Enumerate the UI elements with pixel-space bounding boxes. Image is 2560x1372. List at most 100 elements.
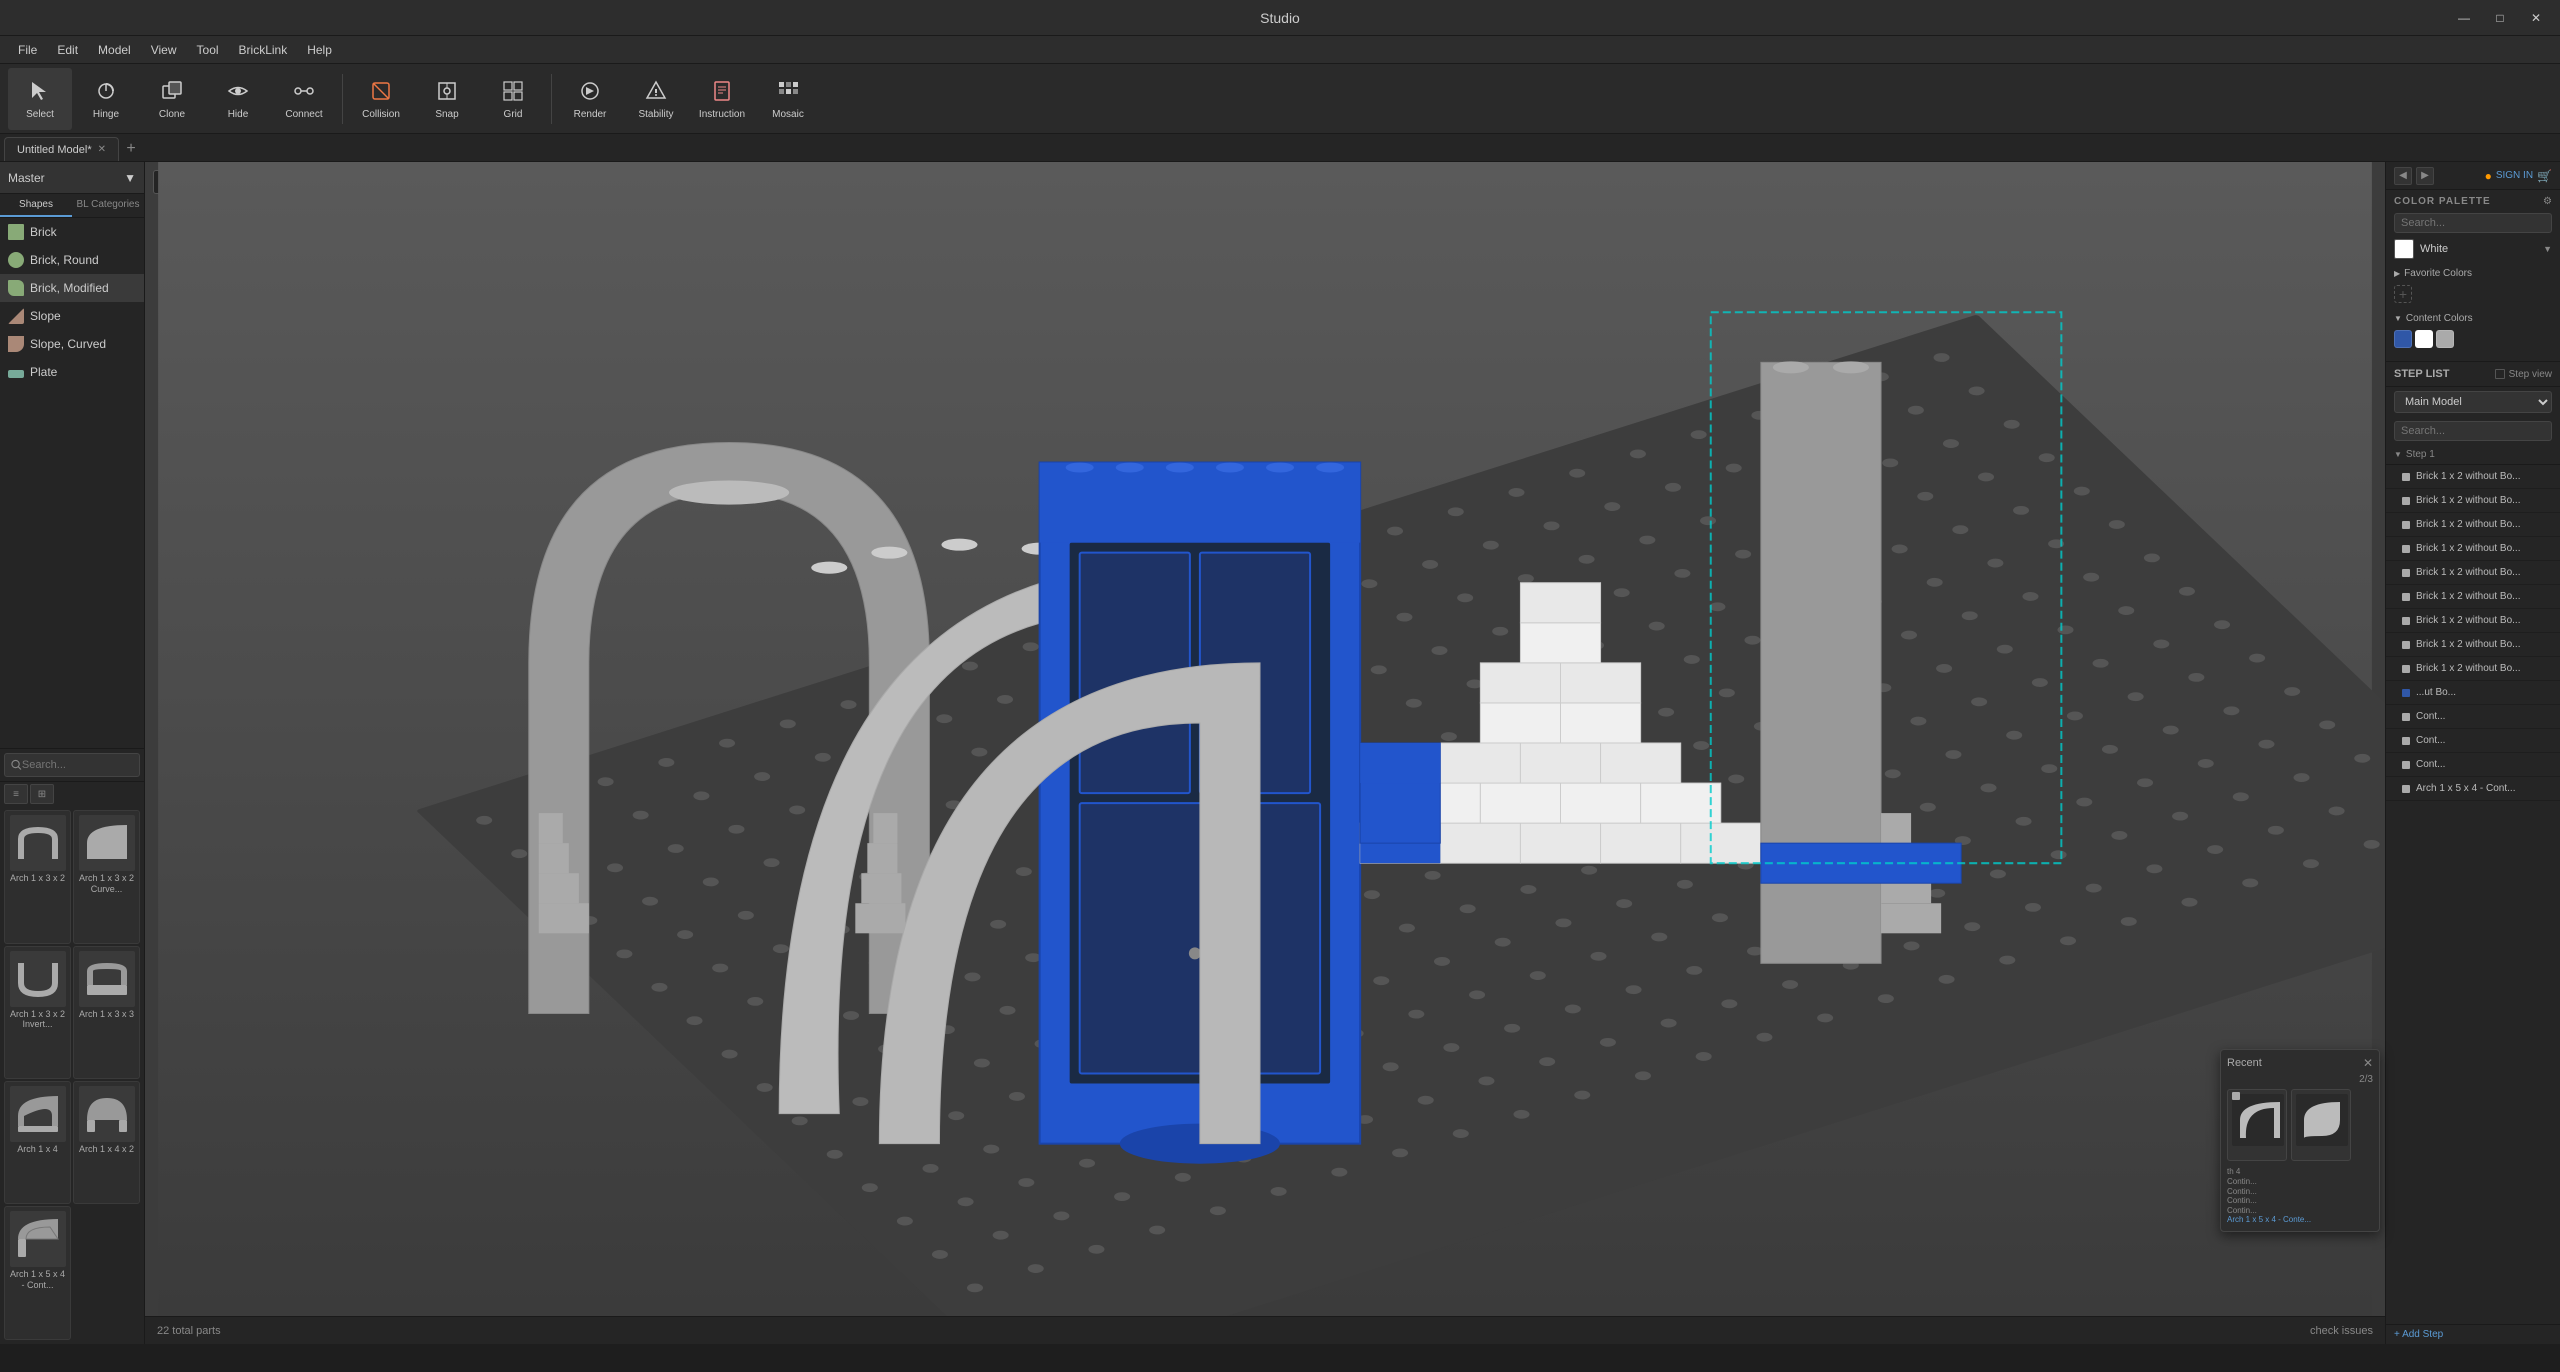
color-light-gray[interactable]: [2436, 330, 2454, 348]
step-list-section: STEP LIST Step view Main Model ▼ Step 1 …: [2386, 362, 2560, 1344]
master-dropdown[interactable]: Master ▼: [0, 162, 144, 194]
category-slope-curved-label: Slope, Curved: [30, 337, 106, 351]
list-item[interactable]: Brick 1 x 2 without Bo...: [2386, 561, 2560, 585]
part-arch1x3x2curve[interactable]: Arch 1 x 3 x 2 Curve...: [73, 810, 140, 944]
category-brick-modified[interactable]: Brick, Modified: [0, 274, 144, 302]
color-search-input[interactable]: [2394, 213, 2552, 233]
content-colors-header[interactable]: ▼ Content Colors: [2394, 310, 2552, 327]
tab-close-icon[interactable]: ✕: [98, 144, 106, 155]
list-item[interactable]: Brick 1 x 2 without Bo...: [2386, 513, 2560, 537]
grid-tool[interactable]: Grid: [481, 68, 545, 130]
grid-label: Grid: [504, 109, 523, 120]
sign-in-button[interactable]: SIGN IN: [2496, 170, 2533, 181]
hide-tool[interactable]: Hide: [206, 68, 270, 130]
snap-tool[interactable]: Snap: [415, 68, 479, 130]
list-item[interactable]: Brick 1 x 2 without Bo...: [2386, 465, 2560, 489]
part-arch1x3x2[interactable]: Arch 1 x 3 x 2: [4, 810, 71, 944]
step-items: Brick 1 x 2 without Bo... Brick 1 x 2 wi…: [2386, 465, 2560, 1324]
part-arch1x3x3[interactable]: Arch 1 x 3 x 3: [73, 946, 140, 1080]
check-issues-button[interactable]: check issues: [2310, 1325, 2373, 1337]
collision-tool[interactable]: Collision: [349, 68, 413, 130]
content-colors-section: ▼ Content Colors: [2394, 310, 2552, 351]
step-item-label: Brick 1 x 2 without Bo...: [2416, 543, 2521, 554]
menu-file[interactable]: File: [8, 39, 47, 61]
recent-popup-header: Recent ✕: [2227, 1056, 2373, 1070]
list-item[interactable]: Cont...: [2386, 705, 2560, 729]
color-blue[interactable]: [2394, 330, 2412, 348]
recent-item-2[interactable]: [2291, 1089, 2351, 1161]
tab-untitled-model[interactable]: Untitled Model* ✕: [4, 137, 119, 161]
selected-color-swatch[interactable]: [2394, 239, 2414, 259]
select-tool[interactable]: Select: [8, 68, 72, 130]
search-input[interactable]: [22, 759, 133, 771]
menu-edit[interactable]: Edit: [47, 39, 88, 61]
favorite-colors-grid: +: [2394, 282, 2552, 306]
sign-in-area: ● SIGN IN 🛒: [2485, 169, 2552, 183]
nav-back-button[interactable]: ◀: [2394, 167, 2412, 185]
view-grid-button[interactable]: ⊞: [30, 784, 54, 804]
favorite-colors-header[interactable]: ▶ Favorite Colors: [2394, 265, 2552, 282]
list-item[interactable]: Brick 1 x 2 without Bo...: [2386, 537, 2560, 561]
menu-model[interactable]: Model: [88, 39, 141, 61]
add-step-button[interactable]: + Add Step: [2386, 1324, 2560, 1344]
recent-close-button[interactable]: ✕: [2363, 1056, 2373, 1070]
category-brick-round[interactable]: Brick, Round: [0, 246, 144, 274]
view-controls: ≡ ⊞: [0, 781, 144, 806]
list-item[interactable]: ...ut Bo...: [2386, 681, 2560, 705]
list-item[interactable]: Brick 1 x 2 without Bo...: [2386, 657, 2560, 681]
close-button[interactable]: ✕: [2520, 6, 2552, 30]
maximize-button[interactable]: □: [2484, 6, 2516, 30]
render-label: Render: [574, 109, 607, 120]
menu-bricklink[interactable]: BrickLink: [229, 39, 298, 61]
category-slope-curved[interactable]: Slope, Curved: [0, 330, 144, 358]
cart-icon[interactable]: 🛒: [2537, 169, 2552, 183]
color-white[interactable]: [2415, 330, 2433, 348]
recent-item-1[interactable]: [2227, 1089, 2287, 1161]
step-view-checkbox[interactable]: [2495, 369, 2505, 379]
category-brick[interactable]: Brick: [0, 218, 144, 246]
model-select[interactable]: Main Model: [2394, 391, 2552, 413]
minimize-button[interactable]: —: [2448, 6, 2480, 30]
list-item[interactable]: Brick 1 x 2 without Bo...: [2386, 633, 2560, 657]
menu-tool[interactable]: Tool: [187, 39, 229, 61]
recent-popup: Recent ✕ 2/3 th 4 Contin... Contin... Co…: [2220, 1049, 2380, 1232]
bl-categories-tab[interactable]: BL Categories: [72, 194, 144, 217]
step-item-label: Brick 1 x 2 without Bo...: [2416, 471, 2521, 482]
part-arch1x4x2[interactable]: Arch 1 x 4 x 2: [73, 1081, 140, 1204]
part-arch1x4[interactable]: Arch 1 x 4: [4, 1081, 71, 1204]
collision-label: Collision: [362, 109, 400, 120]
new-tab-button[interactable]: +: [119, 137, 143, 161]
part-arch1x5x4[interactable]: Arch 1 x 5 x 4 - Cont...: [4, 1206, 71, 1340]
add-favorite-color-button[interactable]: +: [2394, 285, 2412, 303]
right-panel: ◀ ▶ ● SIGN IN 🛒 COLOR PALETTE ⚙ White ▼: [2385, 162, 2560, 1344]
instruction-tool[interactable]: Instruction: [690, 68, 754, 130]
menu-view[interactable]: View: [141, 39, 187, 61]
part-arch1x3x2invert[interactable]: Arch 1 x 3 x 2 Invert...: [4, 946, 71, 1080]
stability-tool[interactable]: Stability: [624, 68, 688, 130]
color-dropdown-arrow[interactable]: ▼: [2543, 244, 2552, 254]
category-plate[interactable]: Plate: [0, 358, 144, 386]
view-list-button[interactable]: ≡: [4, 784, 28, 804]
step-header[interactable]: ▼ Step 1: [2386, 445, 2560, 465]
connect-tool[interactable]: Connect: [272, 68, 336, 130]
hinge-tool[interactable]: Hinge: [74, 68, 138, 130]
clone-tool[interactable]: Clone: [140, 68, 204, 130]
shape-categories: Brick Brick, Round Brick, Modified Slope…: [0, 218, 144, 748]
step-search-input[interactable]: [2394, 421, 2552, 441]
render-tool[interactable]: Render: [558, 68, 622, 130]
list-item[interactable]: Brick 1 x 2 without Bo...: [2386, 609, 2560, 633]
nav-forward-button[interactable]: ▶: [2416, 167, 2434, 185]
list-item[interactable]: Arch 1 x 5 x 4 - Cont...: [2386, 777, 2560, 801]
select-label: Select: [26, 109, 54, 120]
menu-help[interactable]: Help: [297, 39, 342, 61]
color-palette-settings-button[interactable]: ⚙: [2543, 196, 2552, 207]
mosaic-tool[interactable]: Mosaic: [756, 68, 820, 130]
list-item[interactable]: Cont...: [2386, 753, 2560, 777]
recent-item-label-1: th 4: [2227, 1167, 2373, 1177]
shapes-tab[interactable]: Shapes: [0, 194, 72, 217]
list-item[interactable]: Cont...: [2386, 729, 2560, 753]
category-slope[interactable]: Slope: [0, 302, 144, 330]
search-container: [4, 753, 140, 777]
list-item[interactable]: Brick 1 x 2 without Bo...: [2386, 489, 2560, 513]
list-item[interactable]: Brick 1 x 2 without Bo...: [2386, 585, 2560, 609]
